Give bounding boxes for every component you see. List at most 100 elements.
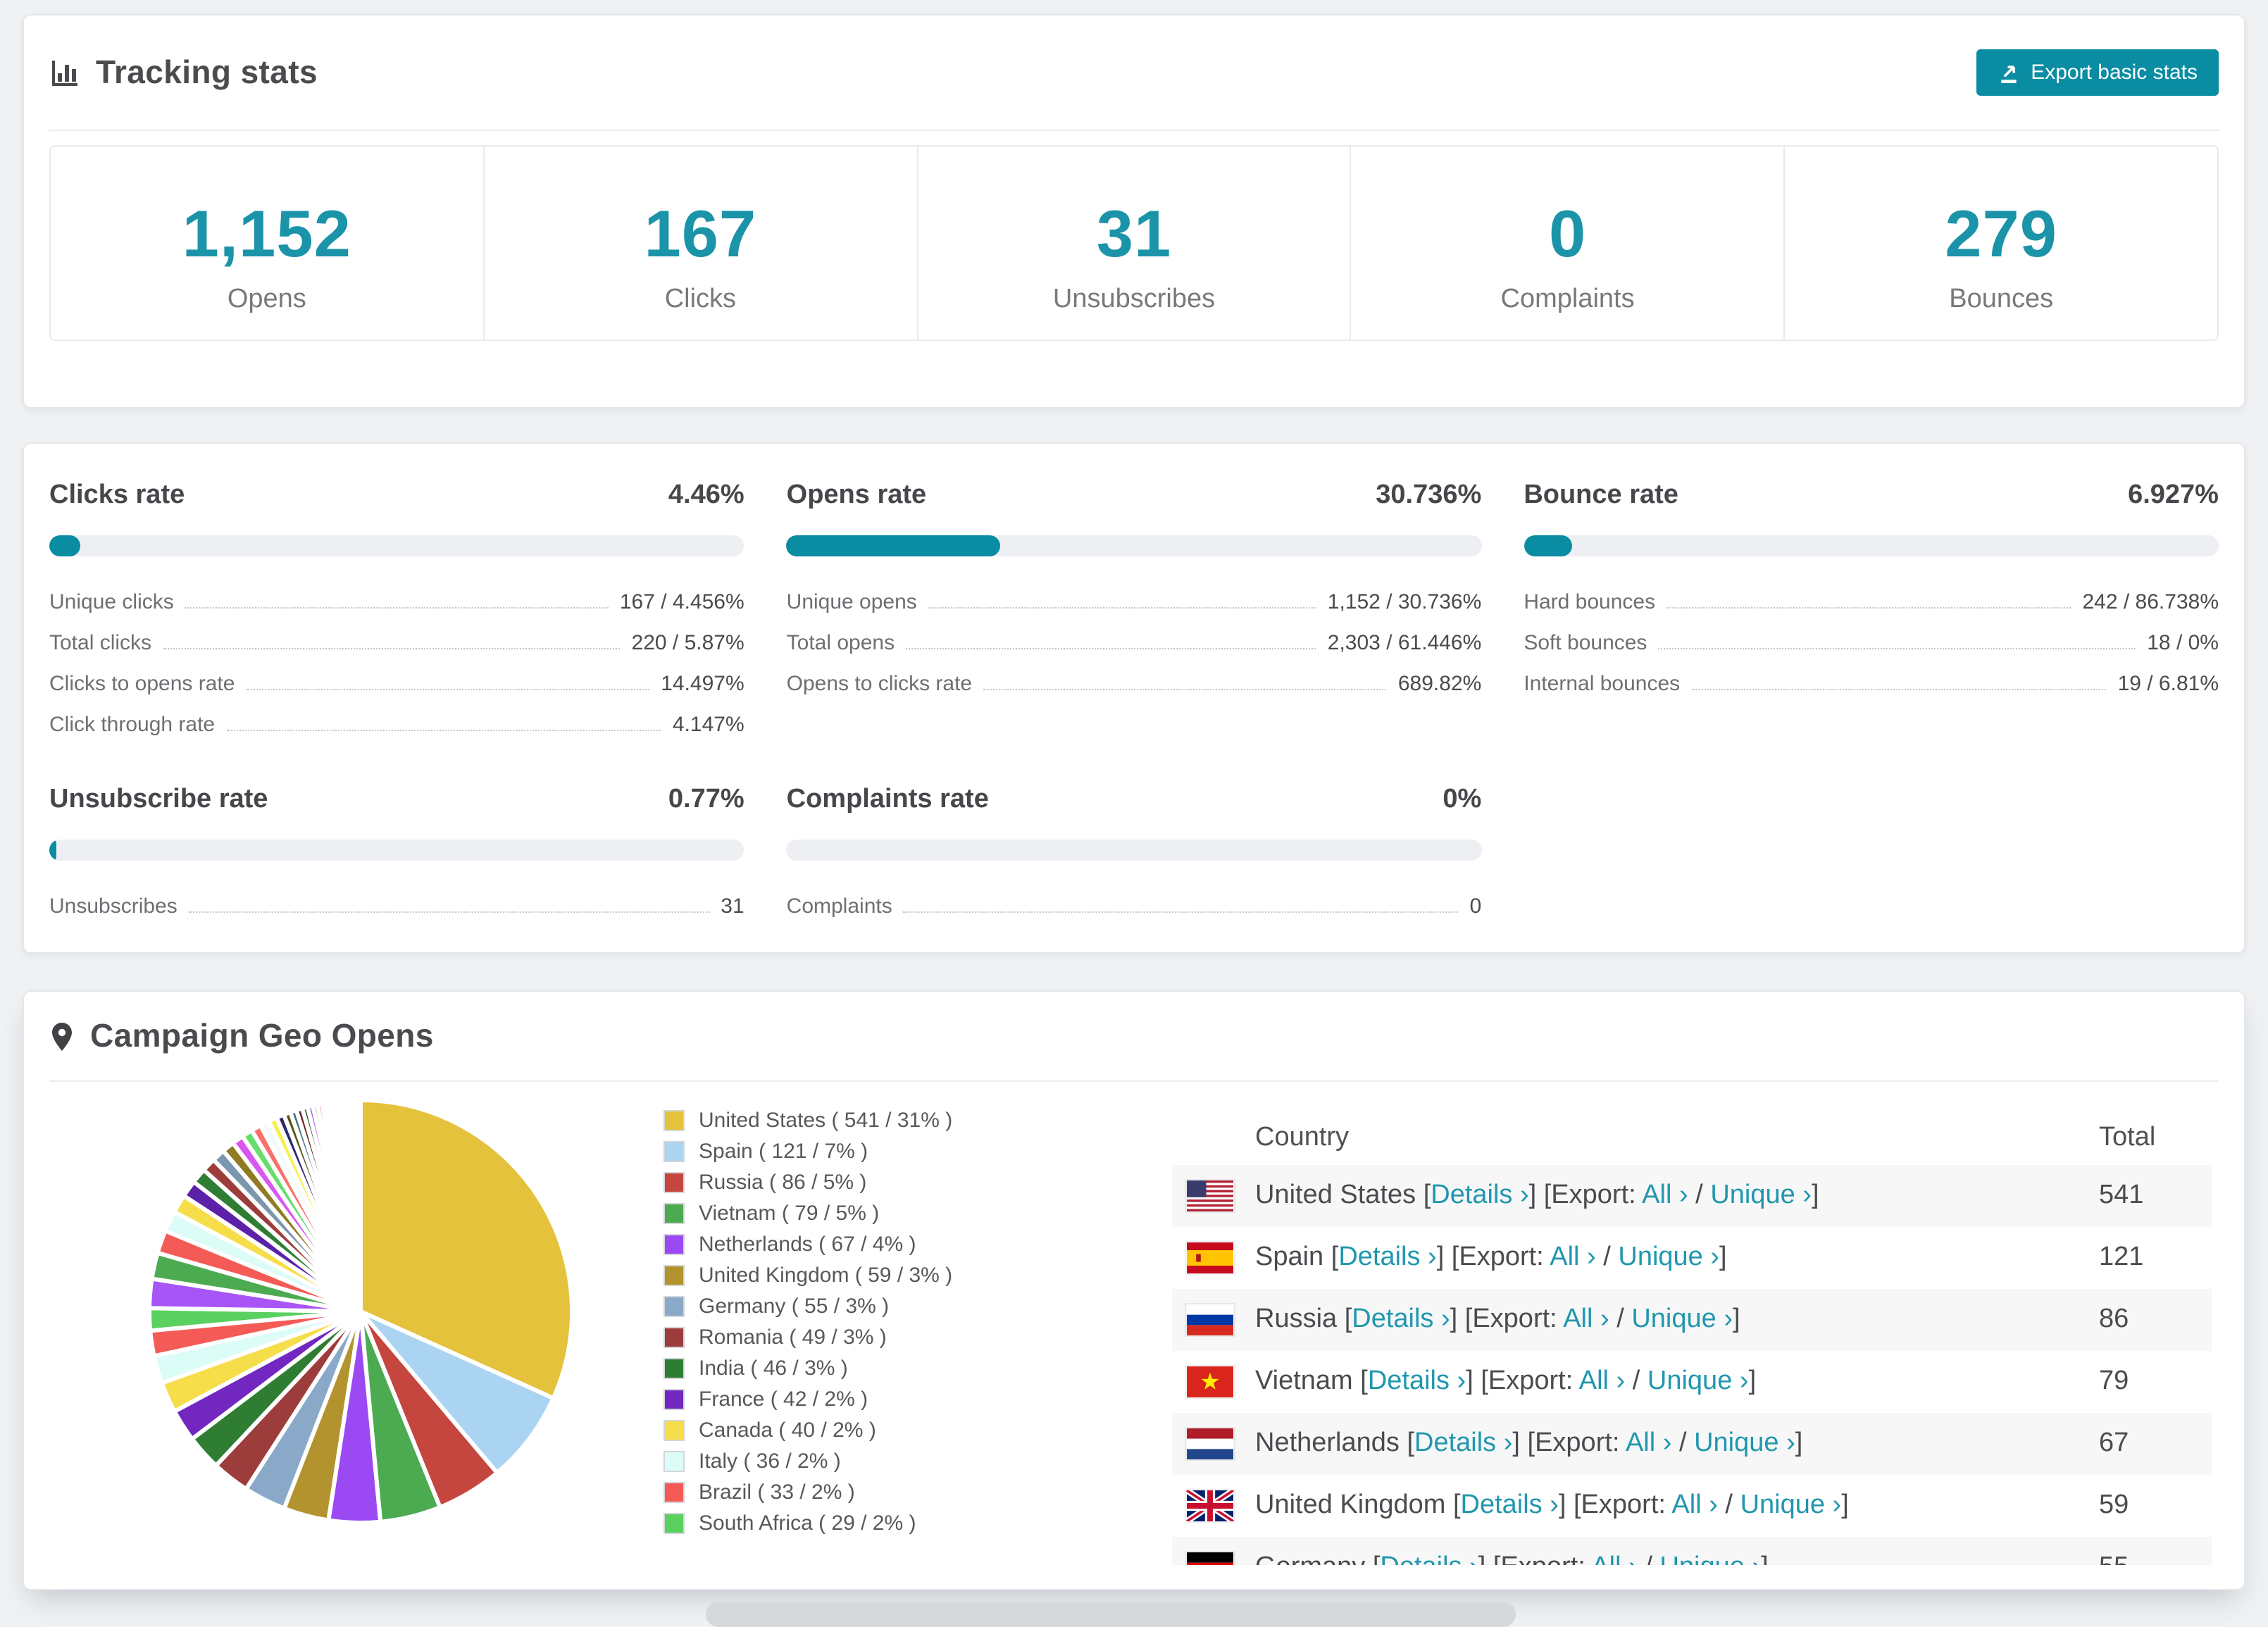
legend-label: Vietnam ( 79 / 5% ) (699, 1201, 880, 1225)
rate-progress-track (1524, 535, 2219, 556)
export-all-link[interactable]: All › (1671, 1490, 1717, 1520)
legend-item[interactable]: South Africa ( 29 / 2% ) (663, 1507, 952, 1538)
stat-label: Opens (227, 285, 306, 314)
legend-item[interactable]: Canada ( 40 / 2% ) (663, 1414, 952, 1445)
rate-row-value: 1,152 / 30.736% (1327, 590, 1482, 614)
legend-item[interactable]: Netherlands ( 67 / 4% ) (663, 1228, 952, 1259)
legend-item[interactable]: Italy ( 36 / 2% ) (663, 1445, 952, 1476)
bracket: ] (1795, 1428, 1803, 1458)
total-cell: 59 (2099, 1490, 2129, 1520)
export-unique-link[interactable]: Unique › (1740, 1490, 1842, 1520)
dotted-leader (1666, 607, 2071, 609)
export-unique-link[interactable]: Unique › (1647, 1366, 1749, 1396)
rate-value: 0.77% (668, 785, 744, 814)
legend-item[interactable]: France ( 42 / 2% ) (663, 1383, 952, 1414)
export-unique-link[interactable]: Unique › (1659, 1552, 1761, 1565)
flag-ru-icon (1185, 1303, 1235, 1337)
details-link[interactable]: Details › (1338, 1242, 1436, 1272)
table-row: Germany [Details ›] [Export: All › / Uni… (1172, 1537, 2212, 1565)
stat-label: Complaints (1500, 285, 1635, 314)
horizontal-scrollbar[interactable] (706, 1602, 1516, 1627)
export-basic-stats-button[interactable]: Export basic stats (1976, 49, 2219, 96)
rate-value: 0% (1443, 785, 1482, 814)
rates-grid: Clicks rate 4.46% Unique clicks 167 / 4.456… (49, 480, 2219, 927)
export-all-link[interactable]: All › (1563, 1304, 1609, 1334)
export-unique-link[interactable]: Unique › (1618, 1242, 1719, 1272)
legend-swatch-icon (663, 1233, 685, 1254)
legend-item[interactable]: Russia ( 86 / 5% ) (663, 1166, 952, 1197)
bracket: ] [Export: (1512, 1428, 1626, 1458)
geo-table: Country Total United States [Details ›] … (1172, 1111, 2212, 1565)
dotted-leader (188, 911, 710, 913)
country-name: United Kingdom (1255, 1490, 1453, 1520)
total-cell: 86 (2099, 1304, 2129, 1334)
tracking-stats-title: Tracking stats (96, 54, 318, 90)
export-all-link[interactable]: All › (1591, 1552, 1637, 1565)
legend-item[interactable]: Brazil ( 33 / 2% ) (663, 1476, 952, 1507)
details-link[interactable]: Details › (1380, 1552, 1478, 1565)
export-unique-link[interactable]: Unique › (1710, 1180, 1812, 1210)
dotted-leader (906, 648, 1316, 649)
stat-label: Unsubscribes (1052, 285, 1216, 314)
rate-row-label: Total clicks (49, 631, 152, 655)
slash: / (1625, 1366, 1647, 1396)
flag-vn-icon (1185, 1365, 1235, 1399)
legend-label: Russia ( 86 / 5% ) (699, 1170, 867, 1194)
rate-row-value: 0 (1469, 894, 1482, 918)
details-link[interactable]: Details › (1461, 1490, 1559, 1520)
rate-row-value: 167 / 4.456% (619, 590, 744, 614)
rate-row-label: Unique opens (786, 590, 917, 614)
country-name: Russia (1255, 1304, 1345, 1334)
legend-item[interactable]: Germany ( 55 / 3% ) (663, 1290, 952, 1321)
details-link[interactable]: Details › (1414, 1428, 1512, 1458)
details-link[interactable]: Details › (1352, 1304, 1450, 1334)
legend-swatch-icon (663, 1481, 685, 1502)
rate-rows: Unique clicks 167 / 4.456% Total clicks 220… (49, 582, 744, 745)
rate-row: Clicks to opens rate 14.497% (49, 663, 744, 704)
export-all-link[interactable]: All › (1642, 1180, 1688, 1210)
legend-item[interactable]: United States ( 541 / 31% ) (663, 1104, 952, 1135)
rate-row: Hard bounces 242 / 86.738% (1524, 582, 2219, 623)
rate-row-label: Internal bounces (1524, 672, 1681, 696)
total-cell: 79 (2099, 1366, 2129, 1396)
rate-row: Total opens 2,303 / 61.446% (787, 623, 1482, 663)
export-all-link[interactable]: All › (1550, 1242, 1595, 1272)
legend-label: Canada ( 40 / 2% ) (699, 1418, 876, 1442)
country-cell: Vietnam [Details ›] [Export: All › / Uni… (1255, 1366, 2099, 1397)
country-name: Netherlands (1255, 1428, 1407, 1458)
rate-row-value: 19 / 6.81% (2117, 672, 2219, 696)
table-row: Vietnam [Details ›] [Export: All › / Uni… (1172, 1351, 2212, 1413)
slash: / (1595, 1242, 1619, 1272)
slash: / (1609, 1304, 1632, 1334)
legend-item[interactable]: United Kingdom ( 59 / 3% ) (663, 1259, 952, 1290)
dotted-leader (928, 607, 1316, 609)
rate-head: Complaints rate 0% (787, 785, 1482, 820)
legend-swatch-icon (663, 1140, 685, 1161)
details-link[interactable]: Details › (1368, 1366, 1466, 1396)
legend-item[interactable]: Vietnam ( 79 / 5% ) (663, 1197, 952, 1228)
geo-legend: United States ( 541 / 31% ) Spain ( 121 /… (663, 1104, 952, 1538)
summary-stat-cell: 1,152 Opens (51, 147, 485, 339)
export-all-link[interactable]: All › (1579, 1366, 1625, 1396)
bracket: [ (1331, 1242, 1339, 1272)
legend-item[interactable]: India ( 46 / 3% ) (663, 1352, 952, 1383)
rate-rows: Unsubscribes 31 (49, 886, 744, 927)
rate-row: Soft bounces 18 / 0% (1524, 623, 2219, 663)
slash: / (1671, 1428, 1695, 1458)
export-unique-link[interactable]: Unique › (1631, 1304, 1733, 1334)
dotted-leader (246, 689, 650, 690)
details-link[interactable]: Details › (1431, 1180, 1528, 1210)
legend-item[interactable]: Romania ( 49 / 3% ) (663, 1321, 952, 1352)
rate-row-value: 31 (721, 894, 744, 918)
rate-row: Unique opens 1,152 / 30.736% (787, 582, 1482, 623)
rate-block: Opens rate 30.736% Unique opens 1,152 / 30.… (786, 480, 1482, 745)
rate-row: Click through rate 4.147% (49, 704, 744, 745)
legend-label: India ( 46 / 3% ) (699, 1356, 848, 1380)
export-icon (1997, 61, 2019, 84)
total-column-header: Total (2099, 1123, 2156, 1152)
legend-swatch-icon (663, 1171, 685, 1192)
export-all-link[interactable]: All › (1626, 1428, 1671, 1458)
legend-item[interactable]: Spain ( 121 / 7% ) (663, 1135, 952, 1166)
summary-stats-row: 1,152 Opens 167 Clicks 31 Unsubscribes 0 Compla… (49, 145, 2219, 341)
export-unique-link[interactable]: Unique › (1694, 1428, 1795, 1458)
